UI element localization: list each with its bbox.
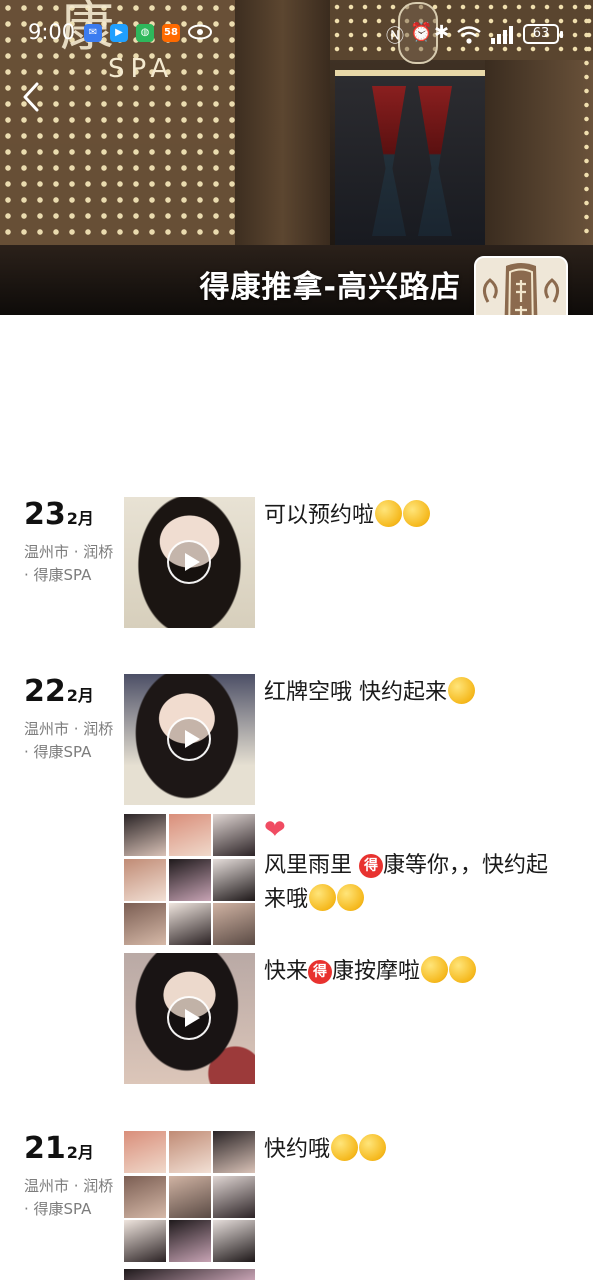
grid-photo[interactable] (124, 903, 166, 945)
grid-photo[interactable] (213, 1131, 255, 1173)
post-text[interactable]: ❤ 风里雨里 得康等你，，快约起来哦 (264, 815, 569, 917)
post-text-content: 红牌空哦 快约起来 (264, 680, 447, 705)
grid-photo[interactable] (168, 858, 211, 901)
grid-photo[interactable] (213, 858, 255, 901)
post-location[interactable]: 温州市 · 润桥 · 得康SPA (24, 718, 114, 764)
grid-photo[interactable] (124, 814, 166, 856)
grid-photo[interactable] (213, 814, 255, 856)
post-day: 23 (24, 497, 66, 532)
play-icon (167, 717, 211, 761)
grid-photo[interactable] (124, 1131, 166, 1173)
grid-photo[interactable] (213, 1175, 255, 1218)
post-date: 212月 (24, 1131, 94, 1166)
post-text-part: 快来 (264, 959, 309, 984)
play-icon (167, 540, 211, 584)
post-text-part: 风里雨里 (264, 853, 359, 878)
grid-photo[interactable] (124, 858, 166, 901)
post-month: 2月 (66, 1143, 94, 1162)
signal-icon (491, 26, 513, 44)
post-text[interactable]: 可以预约啦 (264, 499, 569, 533)
post-text[interactable]: 红牌空哦 快约起来 (264, 676, 569, 710)
grid-photo[interactable] (168, 1175, 211, 1218)
de-badge-icon: 得 (308, 960, 333, 984)
emoji-icon (421, 956, 449, 983)
emoji-icon (403, 500, 431, 527)
post-day: 21 (24, 1131, 66, 1166)
nfc-icon: Ⓝ (386, 26, 404, 47)
moments-feed: 232月 温州市 · 润桥 · 得康SPA 可以预约啦 222月 温州市 · 润… (0, 315, 593, 1280)
cover-wall-far (485, 60, 593, 245)
status-time: 9:00 (28, 20, 76, 44)
de-badge-icon: 得 (359, 854, 383, 878)
emoji-icon (375, 500, 403, 527)
heart-icon: ❤ (264, 815, 286, 845)
post-day: 22 (24, 674, 66, 709)
grid-photo[interactable] (168, 814, 211, 856)
58-icon: 58 (162, 24, 180, 42)
cover-sign-spa: SPA (108, 54, 175, 84)
back-button[interactable] (14, 78, 48, 116)
emoji-icon (448, 677, 475, 704)
post-location[interactable]: 温州市 · 润桥 · 得康SPA (24, 541, 114, 587)
chevron-left-icon (23, 82, 39, 112)
emoji-icon (449, 956, 477, 983)
post-text[interactable]: 快来得康按摩啦 (264, 955, 569, 989)
post-location[interactable]: 温州市 · 润桥 · 得康SPA (24, 1175, 114, 1221)
maps-icon: ▶ (110, 24, 128, 42)
post-photo-grid[interactable] (124, 1131, 255, 1262)
status-bar: 9:00 ✉ ▶ ◍ 58 Ⓝ ⏰ ✱ 63 (0, 18, 593, 52)
post-text[interactable]: 快约哦 (264, 1133, 569, 1167)
emoji-icon (337, 884, 365, 911)
emoji-icon (359, 1134, 387, 1161)
grid-photo[interactable] (168, 903, 211, 945)
post-photo-grid[interactable] (124, 814, 255, 945)
bluetooth-icon: ✱ (434, 22, 450, 43)
battery-icon: 63 (523, 24, 563, 44)
post-text-content: 快约哦 (264, 1137, 331, 1162)
alarm-icon: ⏰ (410, 22, 433, 43)
post-photo-partial[interactable] (124, 1269, 255, 1280)
grid-photo[interactable] (168, 1131, 211, 1173)
wechat-icon: ◍ (136, 24, 154, 42)
profile-name: 得康推拿-高兴路店 (199, 270, 461, 305)
play-icon (167, 996, 211, 1040)
post-video-thumbnail[interactable] (124, 674, 255, 805)
grid-photo[interactable] (124, 1220, 166, 1262)
grid-photo[interactable] (124, 1175, 166, 1218)
eye-icon (188, 24, 212, 40)
mail-icon: ✉ (84, 24, 102, 42)
post-text-part: 康按摩啦 (332, 959, 421, 984)
partial-photo-frame (124, 1269, 255, 1280)
grid-photo[interactable] (213, 1220, 255, 1262)
emoji-icon (331, 1134, 359, 1161)
wifi-icon (457, 26, 481, 44)
post-month: 2月 (66, 509, 94, 528)
post-date: 222月 (24, 674, 94, 709)
emoji-icon (309, 884, 337, 911)
post-text-content: 可以预约啦 (264, 503, 375, 528)
post-video-thumbnail[interactable] (124, 497, 255, 628)
grid-photo[interactable] (213, 903, 255, 945)
post-month: 2月 (66, 686, 94, 705)
grid-photo[interactable] (168, 1220, 211, 1262)
post-date: 232月 (24, 497, 94, 532)
post-video-thumbnail[interactable] (124, 953, 255, 1084)
cover-doorway (335, 70, 485, 245)
